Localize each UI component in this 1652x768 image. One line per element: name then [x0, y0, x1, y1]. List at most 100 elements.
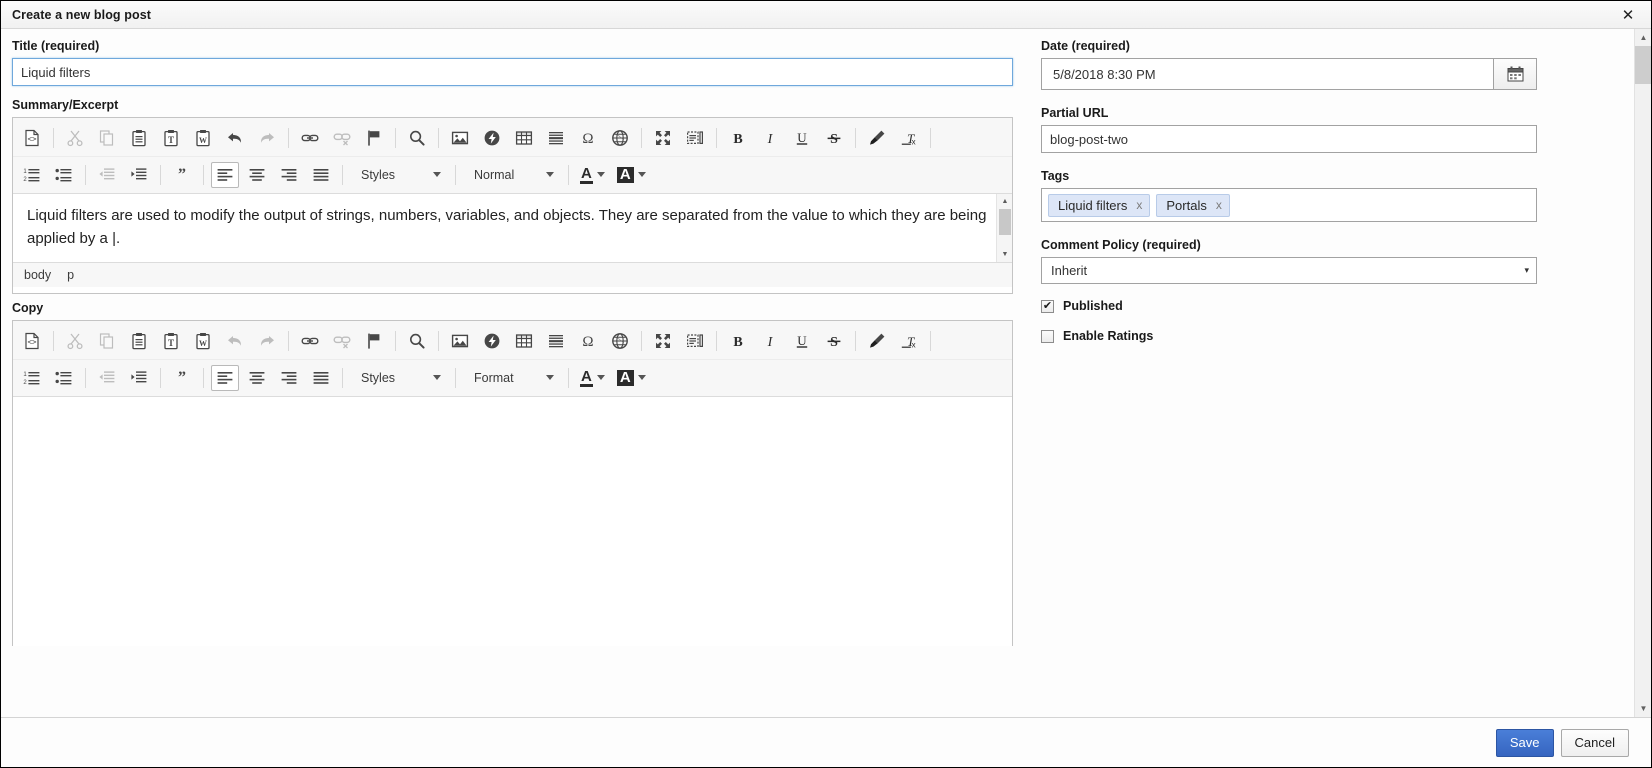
align-left-icon[interactable] — [211, 161, 239, 188]
source-icon[interactable]: <> — [18, 125, 46, 151]
enable-ratings-checkbox-row[interactable]: Enable Ratings — [1041, 329, 1537, 343]
align-right-icon[interactable] — [275, 162, 303, 188]
summary-editor-body[interactable]: Liquid filters are used to modify the ou… — [13, 194, 1012, 262]
italic-icon[interactable]: I — [756, 125, 784, 151]
show-blocks-icon[interactable] — [681, 125, 709, 151]
published-checkbox[interactable]: ✔ — [1041, 299, 1054, 313]
element-path-body[interactable]: body — [24, 268, 51, 282]
align-justify-icon[interactable] — [307, 365, 335, 391]
summary-scroll-thumb[interactable] — [999, 209, 1011, 235]
text-color-button[interactable]: A — [576, 162, 609, 188]
partial-url-input[interactable]: blog-post-two — [1041, 125, 1537, 153]
summary-scroll-up-icon[interactable]: ▲ — [997, 194, 1012, 209]
maximize-icon[interactable] — [649, 125, 677, 151]
toolbar-separator — [53, 331, 54, 351]
align-justify-icon[interactable] — [307, 162, 335, 188]
flash-icon[interactable] — [478, 125, 506, 151]
numbered-list-icon[interactable]: 12 — [18, 162, 46, 188]
anchor-flag-icon[interactable] — [360, 328, 388, 354]
bulleted-list-icon[interactable] — [50, 365, 78, 391]
bold-icon[interactable]: B — [724, 328, 752, 354]
paste-word-icon[interactable]: W — [189, 125, 217, 151]
save-button[interactable]: Save — [1495, 728, 1554, 757]
calendar-icon[interactable] — [1493, 58, 1537, 90]
outdent-icon — [93, 365, 121, 391]
strikethrough-icon[interactable]: S — [820, 328, 848, 354]
dialog-scrollbar[interactable]: ▲ ▼ — [1634, 29, 1651, 717]
search-icon[interactable] — [403, 125, 431, 151]
show-blocks-icon[interactable] — [681, 328, 709, 354]
element-path-p[interactable]: p — [67, 268, 74, 282]
paste-text-icon[interactable]: T — [157, 125, 185, 151]
tag-chip[interactable]: Portals x — [1156, 193, 1230, 217]
numbered-list-icon[interactable]: 12 — [18, 365, 46, 391]
format-dropdown[interactable]: Normal — [465, 163, 559, 187]
align-center-icon[interactable] — [243, 162, 271, 188]
summary-editor-scrollbar[interactable]: ▲ ▼ — [996, 194, 1012, 262]
undo-icon[interactable] — [221, 125, 249, 151]
strikethrough-icon[interactable]: S — [820, 125, 848, 151]
scroll-thumb[interactable] — [1635, 46, 1651, 84]
link-icon[interactable] — [296, 125, 324, 151]
styles-dropdown[interactable]: Styles — [352, 163, 446, 187]
bold-icon[interactable]: B — [724, 125, 752, 151]
tags-input[interactable]: Liquid filters x Portals x — [1041, 188, 1537, 222]
toolbar-separator — [855, 331, 856, 351]
paste-text-icon[interactable]: T — [157, 328, 185, 354]
indent-icon[interactable] — [125, 365, 153, 391]
blockquote-icon[interactable]: ” — [168, 365, 196, 391]
underline-icon[interactable]: U — [788, 328, 816, 354]
table-icon[interactable] — [510, 125, 538, 151]
tag-remove-icon[interactable]: x — [1216, 198, 1222, 212]
table-icon[interactable] — [510, 328, 538, 354]
remove-format-brush-icon[interactable] — [863, 328, 891, 354]
clear-formatting-icon[interactable]: Tx — [895, 125, 923, 151]
special-char-icon[interactable]: Ω — [574, 125, 602, 151]
tag-chip[interactable]: Liquid filters x — [1048, 193, 1151, 217]
format-dropdown[interactable]: Format — [465, 366, 559, 390]
text-color-button[interactable]: A — [576, 365, 609, 391]
summary-scroll-down-icon[interactable]: ▼ — [997, 247, 1012, 262]
scroll-up-icon[interactable]: ▲ — [1635, 29, 1651, 46]
paste-word-icon[interactable]: W — [189, 328, 217, 354]
paste-icon[interactable] — [125, 125, 153, 151]
search-icon[interactable] — [403, 328, 431, 354]
remove-format-brush-icon[interactable] — [863, 125, 891, 151]
tag-remove-icon[interactable]: x — [1136, 198, 1142, 212]
align-left-icon[interactable] — [211, 364, 239, 391]
align-right-icon[interactable] — [275, 365, 303, 391]
flash-icon[interactable] — [478, 328, 506, 354]
bulleted-list-icon[interactable] — [50, 162, 78, 188]
image-icon[interactable] — [446, 125, 474, 151]
iframe-globe-icon[interactable] — [606, 125, 634, 151]
comment-policy-select[interactable]: Inherit ▾ — [1041, 257, 1537, 284]
link-icon[interactable] — [296, 328, 324, 354]
horizontal-rule-icon[interactable] — [542, 125, 570, 151]
published-checkbox-row[interactable]: ✔ Published — [1041, 299, 1537, 313]
copy-editor-body[interactable] — [13, 397, 1012, 646]
cancel-button[interactable]: Cancel — [1560, 728, 1629, 757]
styles-dropdown[interactable]: Styles — [352, 366, 446, 390]
outdent-icon — [93, 162, 121, 188]
enable-ratings-checkbox[interactable] — [1041, 329, 1054, 343]
scroll-down-icon[interactable]: ▼ — [1635, 700, 1651, 717]
iframe-globe-icon[interactable] — [606, 328, 634, 354]
italic-icon[interactable]: I — [756, 328, 784, 354]
title-input[interactable]: Liquid filters — [12, 58, 1013, 86]
indent-icon[interactable] — [125, 162, 153, 188]
blockquote-icon[interactable]: ” — [168, 162, 196, 188]
paste-icon[interactable] — [125, 328, 153, 354]
clear-formatting-icon[interactable]: Tx — [895, 328, 923, 354]
background-color-button[interactable]: A — [613, 162, 650, 188]
align-center-icon[interactable] — [243, 365, 271, 391]
date-input[interactable]: 5/8/2018 8:30 PM — [1041, 58, 1494, 90]
image-icon[interactable] — [446, 328, 474, 354]
anchor-flag-icon[interactable] — [360, 125, 388, 151]
underline-icon[interactable]: U — [788, 125, 816, 151]
background-color-button[interactable]: A — [613, 365, 650, 391]
close-icon[interactable]: ✕ — [1605, 1, 1651, 28]
source-icon[interactable]: <> — [18, 328, 46, 354]
maximize-icon[interactable] — [649, 328, 677, 354]
special-char-icon[interactable]: Ω — [574, 328, 602, 354]
horizontal-rule-icon[interactable] — [542, 328, 570, 354]
